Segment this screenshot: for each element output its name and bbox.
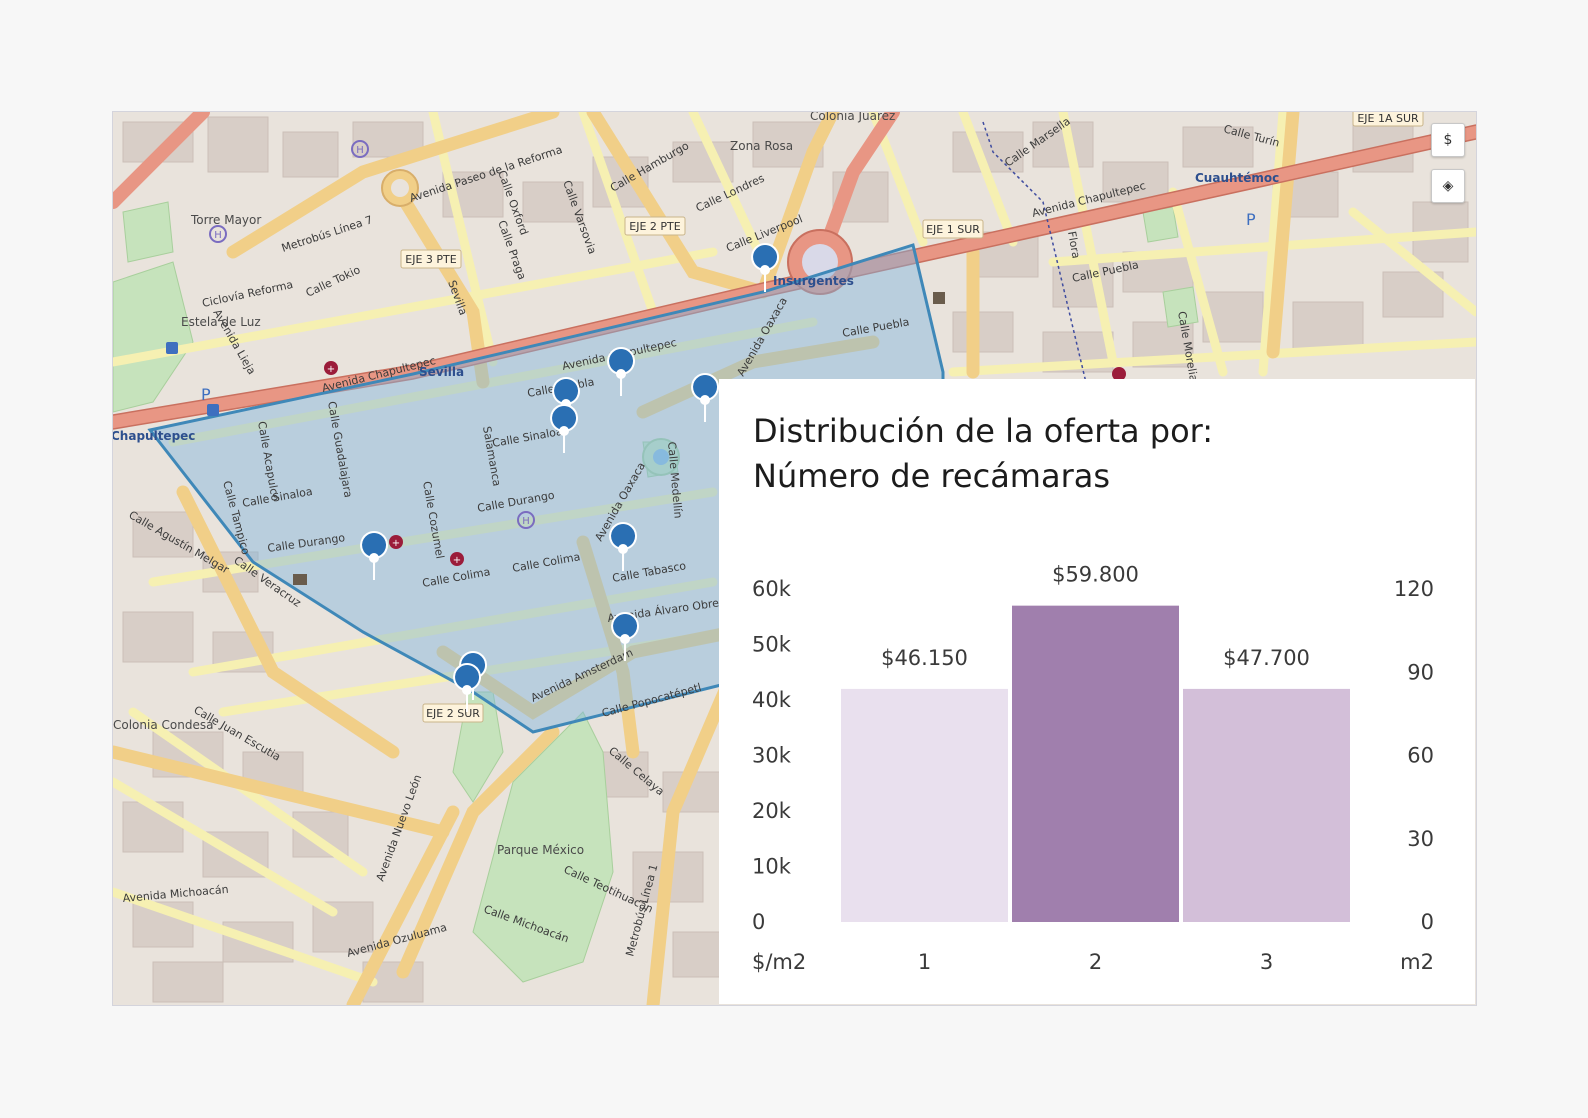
currency-icon: $ (1443, 132, 1453, 148)
svg-text:+: + (327, 364, 335, 375)
label-torre-mayor: Torre Mayor (190, 213, 261, 227)
bar-3 (1183, 688, 1350, 922)
x-axis-tick: 3 (1260, 950, 1273, 974)
shield-eje1sur: EJE 1 SUR (922, 219, 984, 239)
svg-text:+: + (453, 555, 461, 566)
label-colonia-juarez: Colonia Juárez (810, 112, 895, 123)
label-chapultepec: Chapultepec (113, 429, 195, 443)
parking-icon: P (1246, 210, 1256, 229)
left-axis-tick: 40k (752, 688, 792, 712)
svg-text:H: H (356, 145, 364, 156)
left-axis-tick: 60k (752, 577, 792, 601)
shield-eje1asur: EJE 1A SUR (1352, 112, 1424, 127)
bar-data-label: $47.700 (1223, 646, 1310, 670)
chart-panel: Distribución de la oferta por: Número de… (719, 379, 1475, 1004)
svg-text:P: P (1246, 210, 1256, 229)
label-cuauhtemoc: Cuauhtémoc (1195, 171, 1279, 185)
svg-text:EJE 3 PTE: EJE 3 PTE (405, 253, 456, 266)
shield-eje3pte: EJE 3 PTE (400, 249, 462, 269)
museum-icon (933, 292, 945, 304)
bar-1 (841, 688, 1008, 922)
svg-text:EJE 1 SUR: EJE 1 SUR (926, 223, 980, 236)
left-axis-tick: 50k (752, 633, 792, 657)
bus-icon (207, 404, 219, 416)
label-colonia-condesa: Colonia Condesa (113, 718, 213, 732)
svg-text:H: H (214, 230, 222, 241)
x-axis-tick: 2 (1089, 950, 1102, 974)
left-axis-unit: $/m2 (752, 950, 806, 974)
svg-text:P: P (201, 385, 211, 404)
bar-data-label: $59.800 (1052, 563, 1139, 587)
left-axis-tick: 30k (752, 744, 792, 768)
left-axis-tick: 10k (752, 855, 792, 879)
right-axis-tick: 0 (1421, 910, 1434, 934)
left-axis-tick: 0 (752, 910, 765, 934)
analysis-frame: Avenida Paseo de la Reforma Avenida Chap… (112, 111, 1477, 1006)
svg-text:EJE 2 PTE: EJE 2 PTE (629, 220, 680, 233)
bar-data-label: $46.150 (881, 646, 968, 670)
hospital-icon: + (324, 361, 338, 375)
parking-icon: P (201, 385, 211, 404)
label-zona-rosa: Zona Rosa (730, 139, 793, 153)
label-sevilla: Sevilla (419, 365, 464, 379)
svg-text:EJE 1A SUR: EJE 1A SUR (1357, 112, 1419, 125)
bus-icon (166, 342, 178, 354)
hospital-icon: + (389, 535, 403, 549)
label-parque-mexico: Parque México (497, 843, 584, 857)
currency-button[interactable]: $ (1431, 123, 1465, 157)
layers-icon: ◈ (1442, 178, 1454, 194)
right-axis-tick: 120 (1394, 577, 1434, 601)
right-axis-tick: 90 (1407, 660, 1434, 684)
shield-eje2sur: EJE 2 SUR (422, 703, 484, 723)
bar-chart: 0 10k 20k 30k 40k 50k 60k 0 30 60 90 120 $46.150 1 $59… (752, 563, 1434, 974)
right-axis-tick: 60 (1407, 744, 1434, 768)
label-insurgentes: Insurgentes (773, 274, 854, 288)
right-axis-tick: 30 (1407, 827, 1434, 851)
hospital-icon: + (450, 552, 464, 566)
left-axis-tick: 20k (752, 799, 792, 823)
layers-button[interactable]: ◈ (1431, 169, 1465, 203)
svg-text:EJE 2 SUR: EJE 2 SUR (426, 707, 480, 720)
svg-text:+: + (392, 538, 400, 549)
bar-2 (1012, 605, 1179, 922)
x-axis-tick: 1 (918, 950, 931, 974)
svg-text:H: H (522, 516, 530, 527)
museum-icon (293, 574, 307, 585)
shield-eje2pte: EJE 2 PTE (624, 216, 686, 236)
label-estela-de-luz: Estela de Luz (181, 315, 261, 329)
right-axis-unit: m2 (1400, 950, 1434, 974)
